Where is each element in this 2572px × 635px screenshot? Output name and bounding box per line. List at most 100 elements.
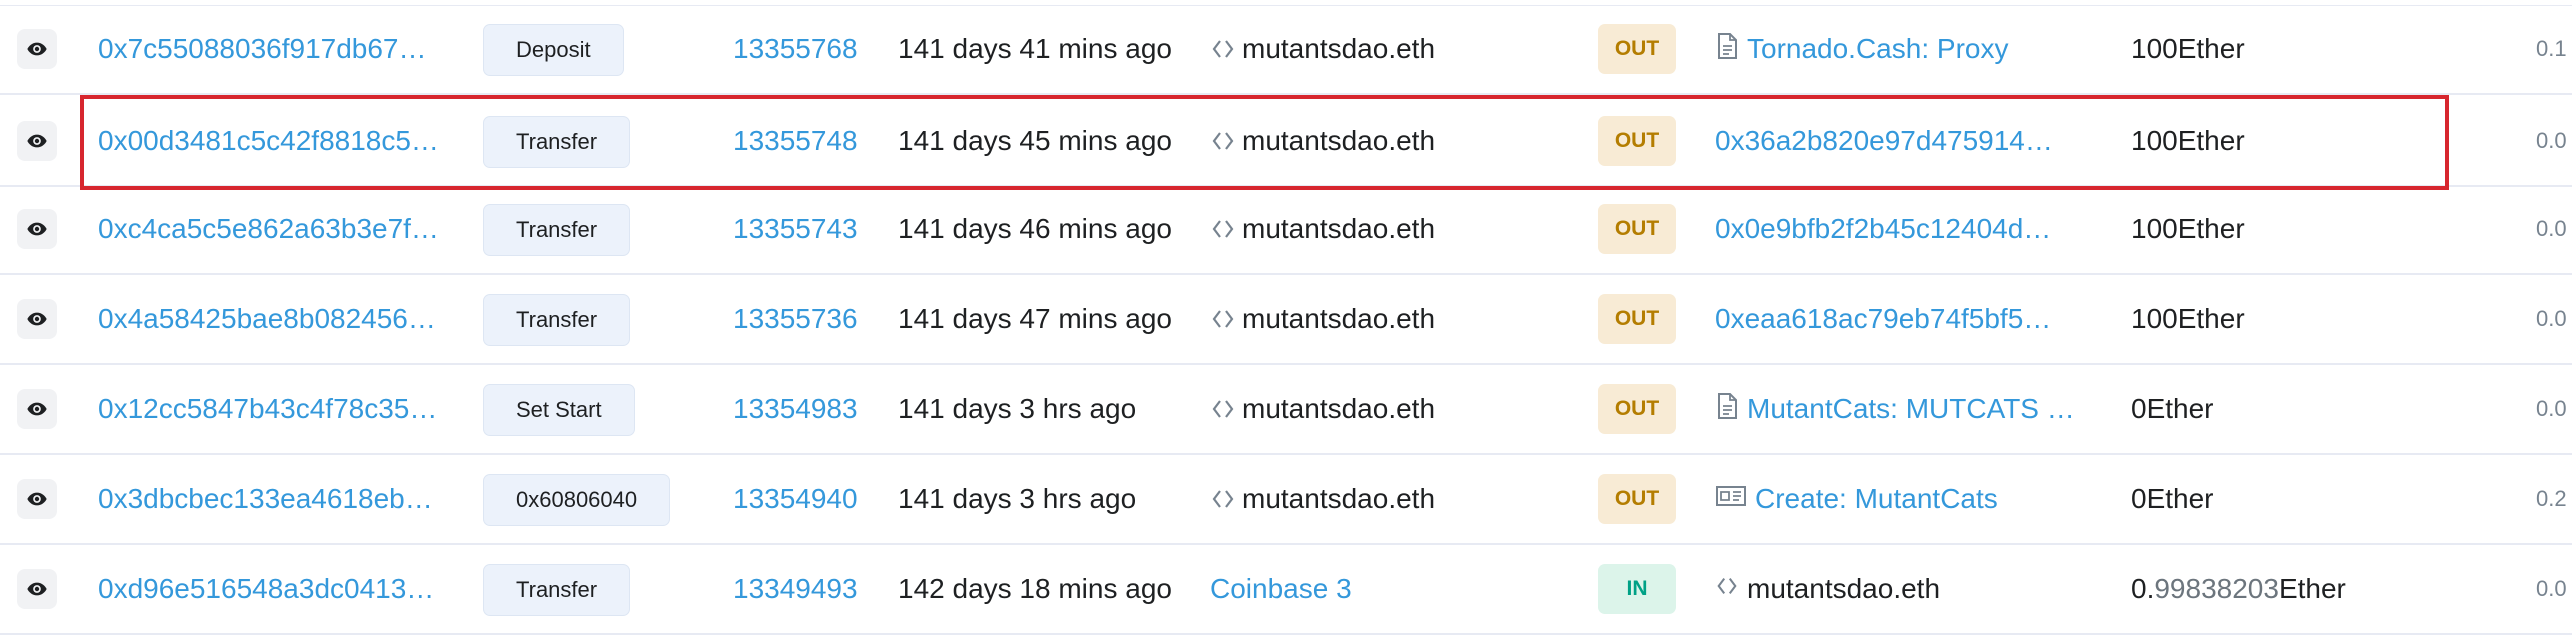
txn-hash-link[interactable]: 0x00d3481c5c42f8818c5… [98, 97, 448, 185]
code-icon [1717, 577, 1737, 594]
value-unit: Ether [2177, 125, 2245, 156]
age-text: 141 days 3 hrs ago [898, 483, 1137, 514]
to-address-link[interactable]: Tornado.Cash: Proxy [1715, 5, 2075, 93]
to-label: 0x0e9bfb2f2b45c12404d… [1715, 213, 2052, 244]
from-label: mutantsdao.eth [1242, 303, 1436, 334]
from-label: mutantsdao.eth [1242, 33, 1436, 64]
to-address-link[interactable]: 0xeaa618ac79eb74f5bf5… [1715, 275, 2075, 363]
direction-badge: OUT [1598, 294, 1676, 344]
from-label: mutantsdao.eth [1242, 483, 1436, 514]
eye-icon[interactable] [17, 389, 57, 429]
table-row: 0xd96e516548a3dc0413… Transfer 13349493 … [0, 545, 2572, 635]
method-badge: Transfer [483, 564, 631, 616]
block-link[interactable]: 13349493 [733, 545, 863, 633]
txn-hash-link[interactable]: 0x12cc5847b43c4f78c35… [98, 365, 448, 453]
age-text: 141 days 41 mins ago [898, 33, 1172, 64]
value-decimals: 99838203 [2154, 573, 2279, 604]
age-text: 141 days 45 mins ago [898, 125, 1172, 156]
code-icon [1212, 490, 1234, 508]
fee-text: 0.1 [2536, 36, 2567, 61]
from-address: Coinbase 3 [1210, 545, 1570, 633]
value-unit: Ether [2177, 213, 2245, 244]
from-address: mutantsdao.eth [1210, 185, 1570, 273]
value-text: 100 Ether [2131, 275, 2451, 363]
txn-hash-link[interactable]: 0xc4ca5c5e862a63b3e7f… [98, 185, 448, 273]
txn-hash-link[interactable]: 0x7c55088036f917db67… [98, 5, 448, 93]
to-address-link: mutantsdao.eth [1715, 545, 2075, 633]
method-badge: Transfer [483, 116, 631, 168]
value-text: 100 Ether [2131, 185, 2451, 273]
eye-icon[interactable] [17, 209, 57, 249]
value-unit: Ether [2146, 393, 2214, 424]
from-address: mutantsdao.eth [1210, 275, 1570, 363]
table-row: 0x3dbcbec133ea4618eb… 0x60806040 1335494… [0, 455, 2572, 545]
table-row: 0x00d3481c5c42f8818c5… Transfer 13355748… [0, 97, 2572, 187]
table-row: 0x4a58425bae8b082456… Transfer 13355736 … [0, 275, 2572, 365]
to-label: mutantsdao.eth [1747, 573, 1941, 604]
age-text: 141 days 46 mins ago [898, 213, 1172, 244]
to-label: 0xeaa618ac79eb74f5bf5… [1715, 303, 2052, 334]
value-unit: Ether [2177, 303, 2245, 334]
to-label: 0x36a2b820e97d475914… [1715, 125, 2053, 156]
fee-text: 0.0 [2536, 396, 2567, 421]
age-text: 141 days 47 mins ago [898, 303, 1172, 334]
eye-icon[interactable] [17, 29, 57, 69]
block-link[interactable]: 13354983 [733, 365, 863, 453]
code-icon [1212, 40, 1234, 58]
eye-icon[interactable] [17, 569, 57, 609]
to-icon-slot [1715, 392, 1747, 427]
document-icon [1718, 32, 1737, 59]
to-address-link[interactable]: 0x0e9bfb2f2b45c12404d… [1715, 185, 2075, 273]
direction-badge: IN [1598, 564, 1676, 614]
value-text: 100 Ether [2131, 97, 2451, 185]
from-label: Coinbase 3 [1210, 573, 1352, 604]
value-text: 0 Ether [2131, 455, 2451, 543]
from-address: mutantsdao.eth [1210, 97, 1570, 185]
age-text: 142 days 18 mins ago [898, 573, 1172, 604]
value-int: 100 [2131, 125, 2178, 156]
fee-text: 0.0 [2536, 576, 2567, 601]
to-address-link[interactable]: MutantCats: MUTCATS … [1715, 365, 2075, 453]
eye-icon[interactable] [17, 479, 57, 519]
txn-hash-link[interactable]: 0x3dbcbec133ea4618eb… [98, 455, 448, 543]
value-unit: Ether [2146, 483, 2214, 514]
method-badge: Transfer [483, 294, 631, 346]
from-label: mutantsdao.eth [1242, 213, 1436, 244]
fee-text: 0.0 [2536, 128, 2567, 153]
from-label: mutantsdao.eth [1242, 125, 1436, 156]
from-address: mutantsdao.eth [1210, 5, 1570, 93]
fee-text: 0.0 [2536, 216, 2567, 241]
value-text: 100 Ether [2131, 5, 2451, 93]
to-label: Tornado.Cash: Proxy [1747, 33, 2009, 64]
txn-hash-link[interactable]: 0xd96e516548a3dc0413… [98, 545, 448, 633]
value-text: 0. 99838203 Ether [2131, 545, 2451, 633]
eye-icon[interactable] [17, 121, 57, 161]
block-link[interactable]: 13355748 [733, 97, 863, 185]
method-badge: 0x60806040 [483, 474, 671, 526]
fee-text: 0.0 [2536, 306, 2567, 331]
block-link[interactable]: 13354940 [733, 455, 863, 543]
direction-badge: OUT [1598, 474, 1676, 524]
to-icon-slot [1715, 482, 1755, 517]
to-icon-slot [1715, 32, 1747, 67]
direction-badge: OUT [1598, 116, 1676, 166]
direction-badge: OUT [1598, 204, 1676, 254]
block-link[interactable]: 13355736 [733, 275, 863, 363]
value-int: 0 [2131, 483, 2147, 514]
method-badge: Set Start [483, 384, 635, 436]
method-badge: Transfer [483, 204, 631, 256]
table-row: 0xc4ca5c5e862a63b3e7f… Transfer 13355743… [0, 185, 2572, 275]
from-address: mutantsdao.eth [1210, 455, 1570, 543]
block-link[interactable]: 13355768 [733, 5, 863, 93]
value-unit: Ether [2177, 33, 2245, 64]
code-icon [1212, 132, 1234, 150]
to-address-link[interactable]: 0x36a2b820e97d475914… [1715, 97, 2075, 185]
age-text: 141 days 3 hrs ago [898, 393, 1137, 424]
txn-hash-link[interactable]: 0x4a58425bae8b082456… [98, 275, 448, 363]
contract-create-icon [1716, 485, 1746, 506]
value-int: 100 [2131, 213, 2178, 244]
table-row: 0x7c55088036f917db67… Deposit 13355768 1… [0, 5, 2572, 95]
eye-icon[interactable] [17, 299, 57, 339]
block-link[interactable]: 13355743 [733, 185, 863, 273]
to-address-link[interactable]: Create: MutantCats [1715, 455, 2075, 543]
